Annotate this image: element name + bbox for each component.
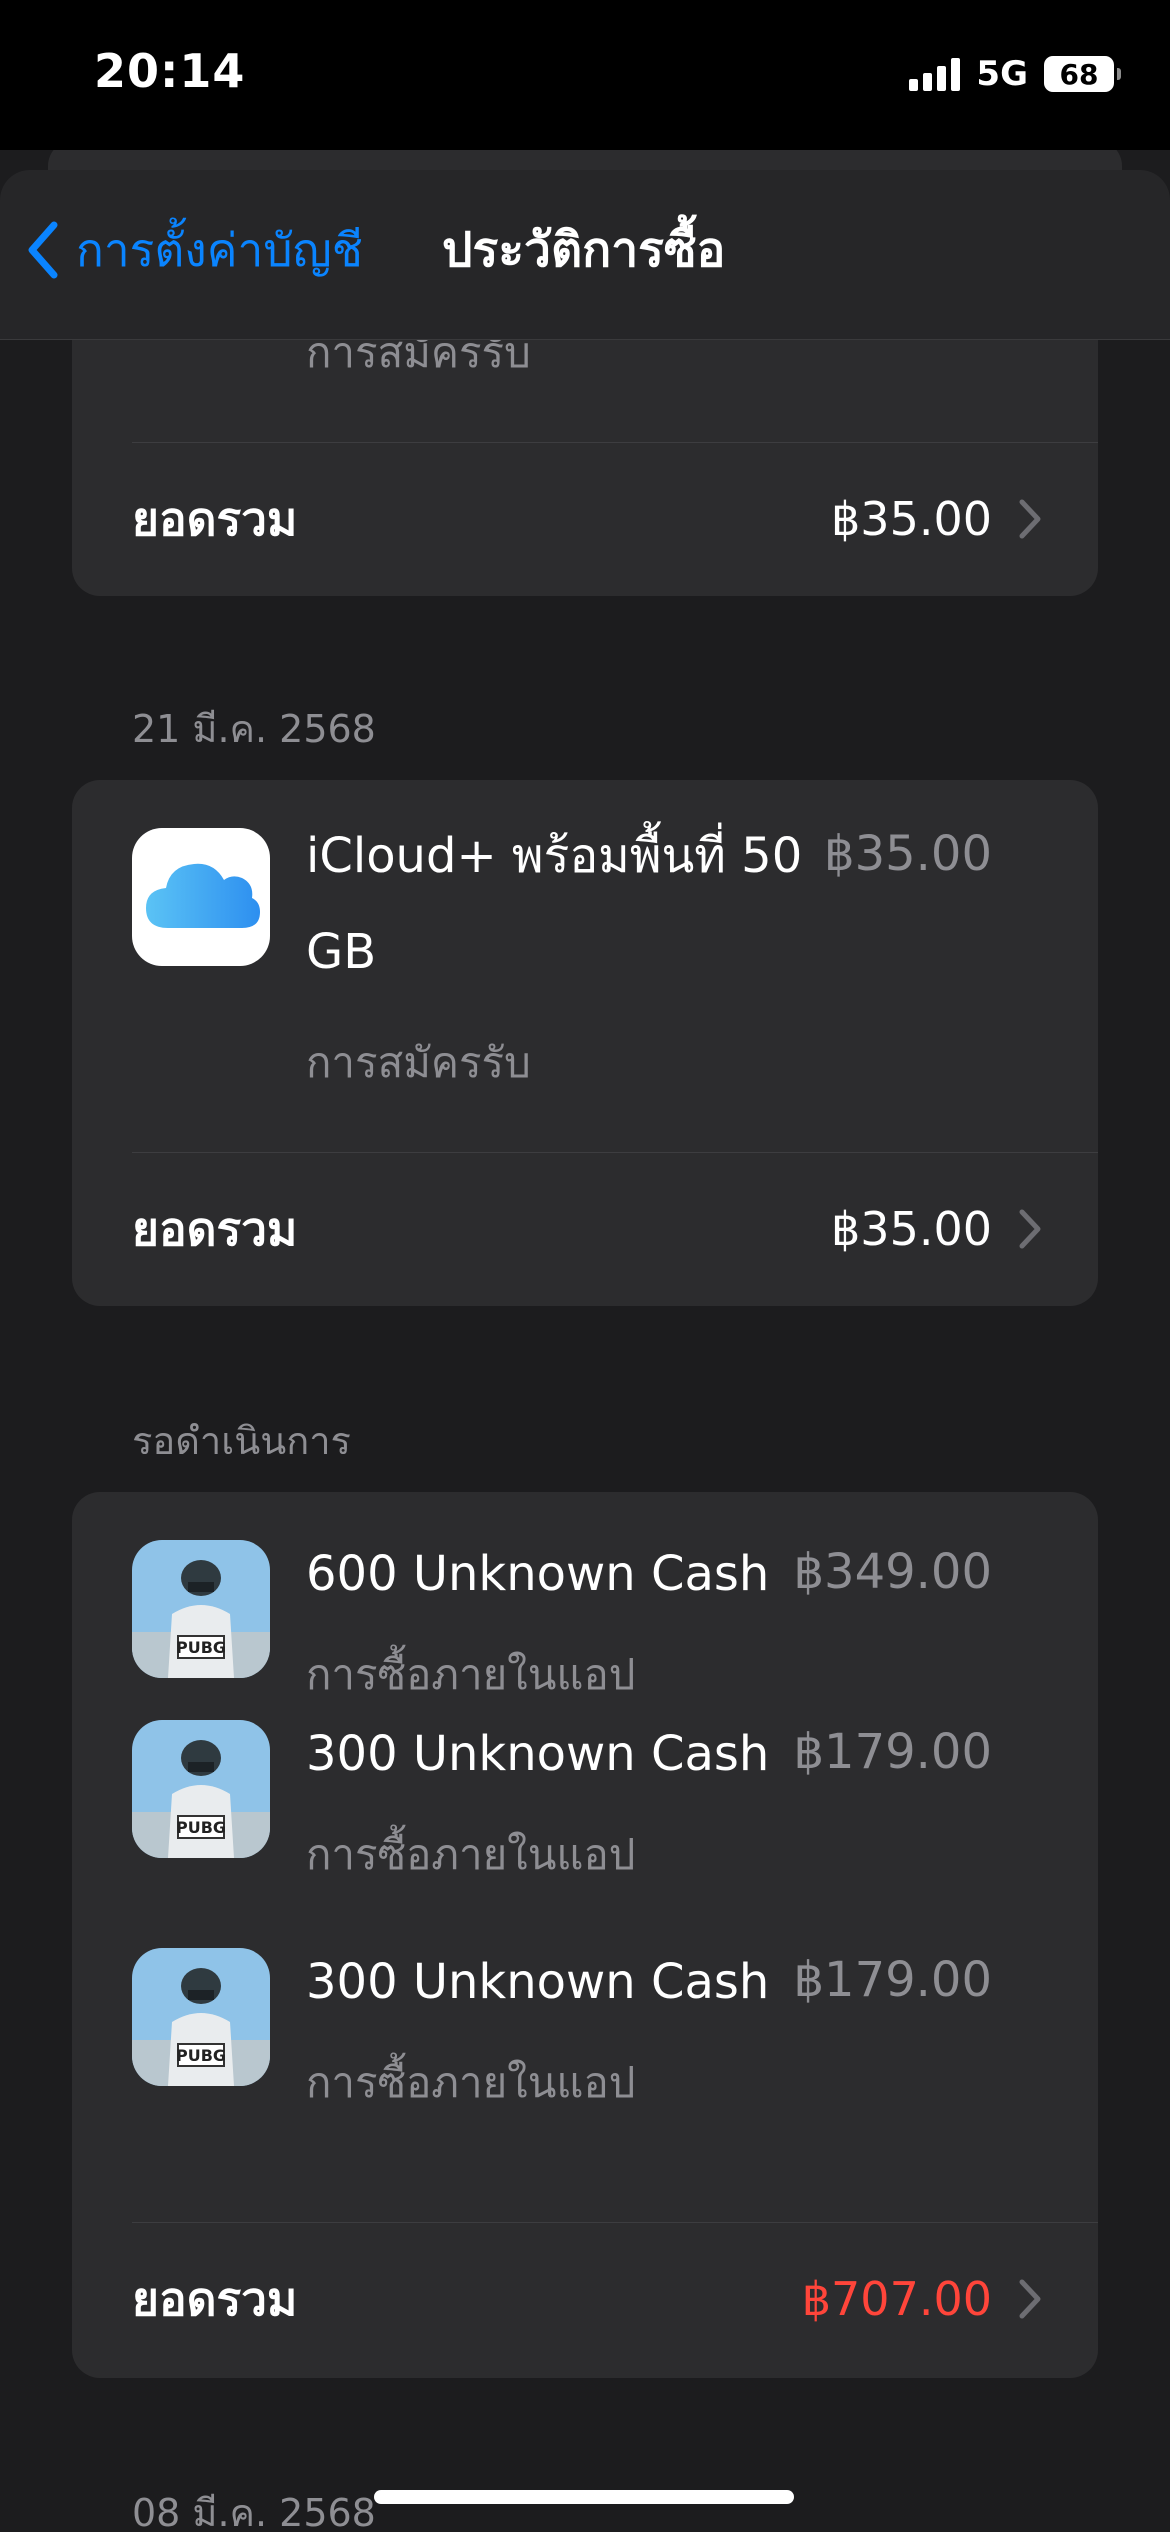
- total-amount: ฿35.00: [831, 1202, 992, 1256]
- purchase-item[interactable]: PUBG 300 Unknown Cash การซื้อภายในแอป ฿1…: [72, 1948, 1098, 2176]
- navigation-bar: การตั้งค่าบัญชี ประวัติการซื้อ: [0, 170, 1170, 340]
- item-subtitle: การสมัครรับ: [306, 1038, 531, 1087]
- back-button-label: การตั้งค่าบัญชี: [76, 222, 363, 277]
- svg-text:PUBG: PUBG: [176, 1638, 226, 1657]
- total-amount: ฿35.00: [831, 492, 992, 546]
- icloud-icon: [132, 828, 270, 966]
- purchase-item[interactable]: iCloud+ พร้อมพื้นที่ 50 GB การสมัครรับ ฿…: [72, 780, 1098, 1152]
- chevron-right-icon: [1019, 499, 1041, 539]
- item-price: ฿179.00: [793, 1952, 993, 2008]
- item-subtitle: การซื้อภายในแอป: [306, 2058, 636, 2107]
- section-pending-header: รอดำเนินการ: [132, 1419, 351, 1463]
- home-indicator[interactable]: [374, 2490, 794, 2504]
- purchase-group-mar21: iCloud+ พร้อมพื้นที่ 50 GB การสมัครรับ ฿…: [72, 780, 1098, 1306]
- divider: [132, 442, 1098, 443]
- pubg-mobile-icon: PUBG: [132, 1540, 270, 1678]
- status-bar: 20:14 5G 68: [0, 0, 1170, 150]
- item-price: ฿35.00: [824, 826, 992, 882]
- purchase-item[interactable]: PUBG 300 Unknown Cash การซื้อภายในแอป ฿1…: [72, 1720, 1098, 1948]
- item-title: 600 Unknown Cash: [306, 1546, 770, 1602]
- total-row[interactable]: ยอดรวม ฿35.00: [72, 1152, 1098, 1306]
- battery-icon: 68: [1044, 56, 1121, 92]
- pubg-mobile-icon: PUBG: [132, 1948, 270, 2086]
- purchase-history-screen: 20:14 5G 68 การตั้งค่าบัญชี ประวัติการซื…: [0, 0, 1170, 2532]
- status-time: 20:14: [94, 44, 246, 98]
- chevron-right-icon: [1019, 1209, 1041, 1249]
- total-label: ยอดรวม: [132, 2271, 298, 2326]
- network-type: 5G: [976, 54, 1028, 94]
- status-indicators: 5G 68: [909, 52, 1121, 96]
- item-title-continued: GB: [306, 924, 377, 980]
- item-title: 300 Unknown Cash: [306, 1954, 770, 2010]
- item-subtitle: การซื้อภายในแอป: [306, 1650, 636, 1699]
- total-label: ยอดรวม: [132, 1201, 298, 1256]
- total-label: ยอดรวม: [132, 491, 298, 546]
- purchase-item[interactable]: PUBG 600 Unknown Cash การซื้อภายในแอป ฿3…: [72, 1492, 1098, 1720]
- divider: [132, 2222, 1098, 2223]
- total-row[interactable]: ยอดรวม ฿707.00: [72, 2222, 1098, 2376]
- section-date-header: 08 มี.ค. 2568: [132, 2491, 376, 2532]
- chevron-right-icon: [1019, 2279, 1041, 2319]
- section-date-header: 21 มี.ค. 2568: [132, 707, 376, 751]
- pubg-mobile-icon: PUBG: [132, 1720, 270, 1858]
- chevron-left-icon: [28, 221, 58, 279]
- item-title: iCloud+ พร้อมพื้นที่ 50: [306, 828, 803, 884]
- item-title: 300 Unknown Cash: [306, 1726, 770, 1782]
- page-title: ประวัติการซื้อ: [442, 222, 726, 278]
- total-amount-pending: ฿707.00: [801, 2272, 992, 2326]
- purchase-group-pending: PUBG 600 Unknown Cash การซื้อภายในแอป ฿3…: [72, 1492, 1098, 2378]
- svg-text:PUBG: PUBG: [176, 1818, 226, 1837]
- divider: [132, 1152, 1098, 1153]
- total-row[interactable]: ยอดรวม ฿35.00: [72, 442, 1098, 596]
- cellular-signal-icon: [909, 57, 961, 91]
- item-price: ฿179.00: [793, 1724, 993, 1780]
- item-price: ฿349.00: [793, 1544, 993, 1600]
- item-subtitle: การซื้อภายในแอป: [306, 1830, 636, 1879]
- back-button[interactable]: การตั้งค่าบัญชี: [26, 210, 363, 290]
- svg-text:PUBG: PUBG: [176, 2046, 226, 2065]
